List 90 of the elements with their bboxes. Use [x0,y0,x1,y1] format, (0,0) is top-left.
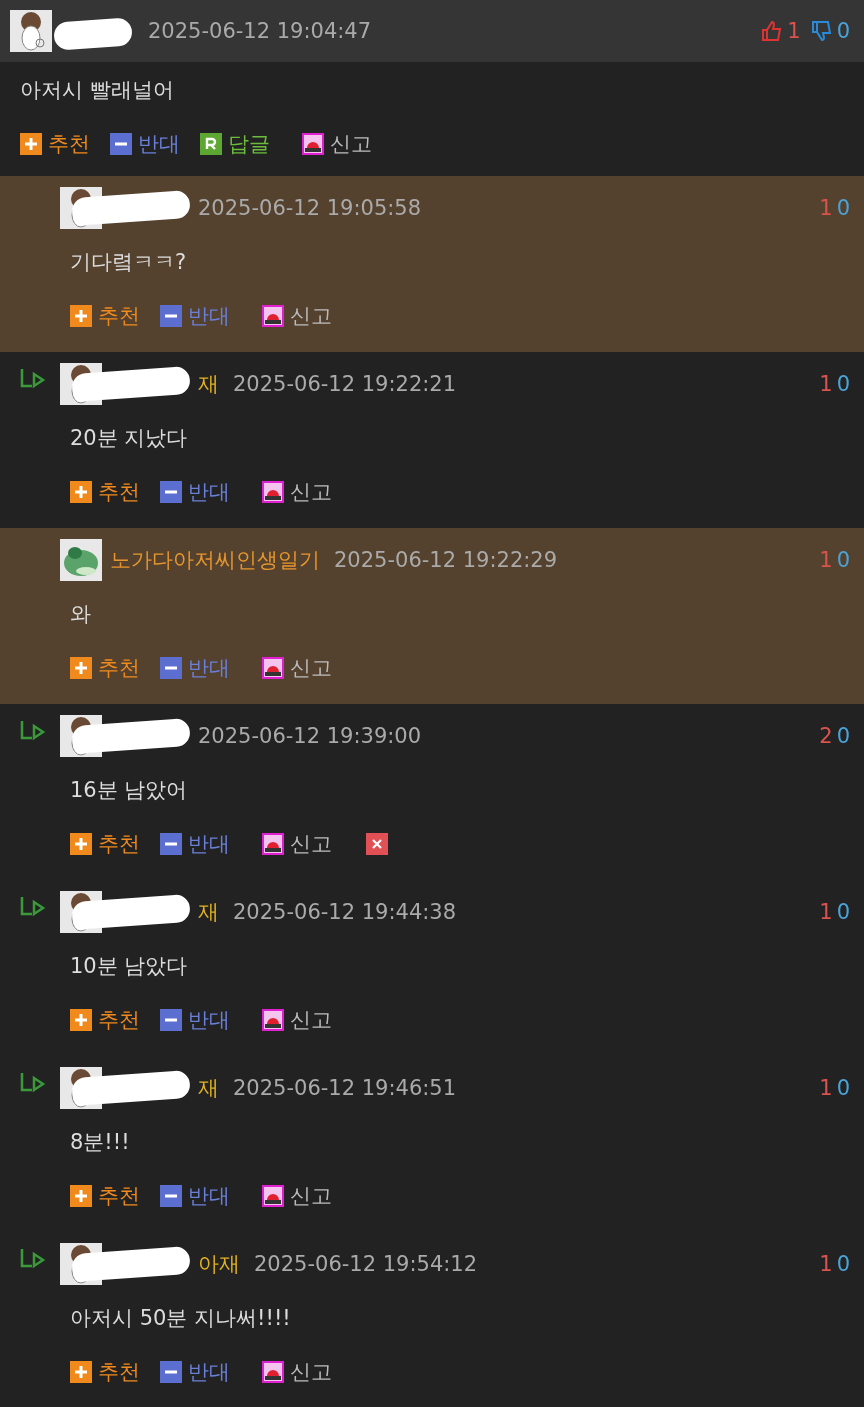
report-button[interactable]: 신고 [262,302,332,330]
report-button[interactable]: 신고 [262,1182,332,1210]
comment-text: 16분 남았어 [70,778,188,802]
recommend-button[interactable]: 추천 [70,478,140,506]
minus-icon [160,833,182,855]
siren-icon [262,833,284,855]
timestamp: 2025-06-12 19:46:51 [233,1076,457,1100]
report-button[interactable]: 신고 [262,478,332,506]
comment-text: 기다렼ㅋㅋ? [70,250,187,274]
upvote-count: 1 [819,1252,833,1276]
comment-text: 와 [70,602,91,626]
downvote-count: 0 [836,19,850,43]
minus-icon [160,305,182,327]
oppose-button[interactable]: 반대 [160,1358,230,1386]
plus-icon [70,1185,92,1207]
downvote-count: 0 [836,900,850,924]
comment-text: 10분 남았다 [70,954,188,978]
downvote-count: 0 [836,372,850,396]
comment-text: 아저시 50분 지나써!!!! [70,1306,291,1330]
minus-icon [110,133,132,155]
siren-icon [262,1361,284,1383]
reply-icon [200,133,222,155]
recommend-button[interactable]: 추천 [70,1006,140,1034]
siren-icon [302,133,324,155]
minus-icon [160,1009,182,1031]
timestamp: 2025-06-12 19:22:29 [334,548,558,572]
minus-icon [160,1361,182,1383]
report-button[interactable]: 신고 [262,654,332,682]
thumbs-down-icon[interactable] [810,20,833,42]
timestamp: 2025-06-12 19:44:38 [233,900,457,924]
upvote-count: 1 [819,196,833,220]
comment-text: 8분!!! [70,1130,130,1154]
oppose-button[interactable]: 반대 [160,830,230,858]
siren-icon [262,1009,284,1031]
report-button[interactable]: 신고 [302,130,372,158]
downvote-count: 0 [836,196,850,220]
comment-text: 20분 지났다 [70,426,188,450]
report-button[interactable]: 신고 [262,1006,332,1034]
upvote-count: 1 [819,900,833,924]
siren-icon [262,305,284,327]
report-button[interactable]: 신고 [262,1358,332,1386]
oppose-button[interactable]: 반대 [160,478,230,506]
upvote-count: 1 [819,372,833,396]
siren-icon [262,1185,284,1207]
downvote-count: 0 [836,1076,850,1100]
minus-icon [160,1185,182,1207]
plus-icon [70,657,92,679]
oppose-button[interactable]: 반대 [110,130,180,158]
timestamp: 2025-06-12 19:04:47 [148,19,372,43]
downvote-count: 0 [836,724,850,748]
recommend-button[interactable]: 추천 [70,830,140,858]
oppose-button[interactable]: 반대 [160,1182,230,1210]
upvote-count: 2 [819,724,833,748]
downvote-count: 0 [836,1252,850,1276]
user-name: 재 [198,899,219,926]
report-button[interactable]: 신고 [262,830,332,858]
user-name: 재 [198,371,219,398]
recommend-button[interactable]: 추천 [70,302,140,330]
plus-icon [70,481,92,503]
timestamp: 2025-06-12 19:39:00 [198,724,422,748]
comment-text: 아저시 빨래널어 [20,78,174,102]
upvote-count: 1 [819,1076,833,1100]
thumbs-up-icon[interactable] [761,20,784,42]
recommend-button[interactable]: 추천 [70,1358,140,1386]
timestamp: 2025-06-12 19:05:58 [198,196,422,220]
plus-icon [70,833,92,855]
siren-icon [262,657,284,679]
recommend-button[interactable]: 추천 [70,654,140,682]
avatar [10,10,52,52]
minus-icon [160,657,182,679]
upvote-count: 1 [819,548,833,572]
plus-icon [70,1361,92,1383]
siren-icon [262,481,284,503]
reply-button[interactable]: 답글 [200,130,270,158]
recommend-button[interactable]: 추천 [70,1182,140,1210]
minus-icon [160,481,182,503]
plus-icon [20,133,42,155]
delete-icon[interactable] [366,833,388,855]
plus-icon [70,1009,92,1031]
oppose-button[interactable]: 반대 [160,1006,230,1034]
timestamp: 2025-06-12 19:22:21 [233,372,457,396]
upvote-count: 1 [787,19,801,43]
avatar [60,539,102,581]
plus-icon [70,305,92,327]
user-name: 아재 [198,1251,240,1278]
recommend-button[interactable]: 추천 [20,130,90,158]
timestamp: 2025-06-12 19:54:12 [254,1252,478,1276]
user-name: 노가다아저씨인생일기 [110,547,320,574]
downvote-count: 0 [836,548,850,572]
user-name: 재 [198,1075,219,1102]
